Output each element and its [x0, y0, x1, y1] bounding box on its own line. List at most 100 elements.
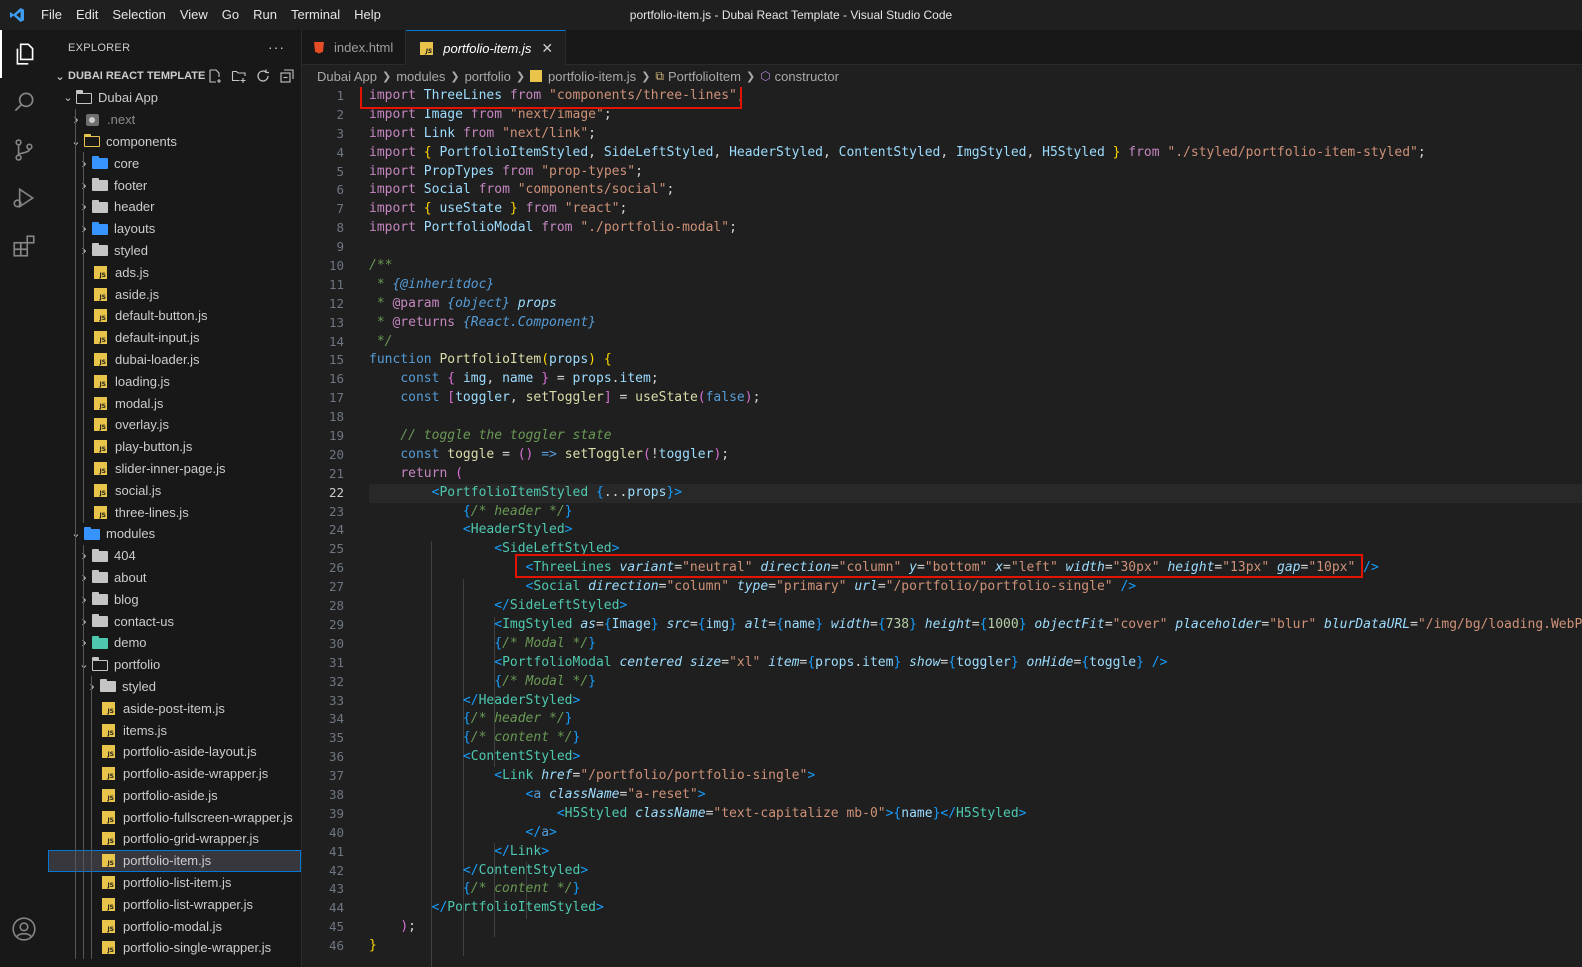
code-area[interactable]: import ThreeLines from "components/three… [369, 87, 1582, 967]
extensions-icon[interactable] [0, 222, 48, 270]
tab-index-html[interactable]: index.html [302, 30, 407, 65]
breadcrumb-item[interactable]: portfolio-item.js [548, 69, 636, 84]
code-line[interactable]: import PropTypes from "prop-types"; [369, 163, 1582, 182]
tree-file-dubai-loader-js[interactable]: JS dubai-loader.js [48, 348, 301, 371]
new-folder-icon[interactable] [231, 68, 247, 84]
refresh-icon[interactable] [255, 68, 271, 84]
tree-file-portfolio-fullscreen-wrapper-js[interactable]: JS portfolio-fullscreen-wrapper.js [48, 806, 301, 829]
menu-help[interactable]: Help [347, 0, 388, 30]
tree-file-three-lines-js[interactable]: JS three-lines.js [48, 501, 301, 523]
close-icon[interactable]: ✕ [541, 40, 553, 57]
code-line[interactable]: import Social from "components/social"; [369, 181, 1582, 200]
tree-folder-404[interactable]: › 404 [48, 544, 301, 567]
tree-folder-styled[interactable]: › styled [48, 239, 301, 262]
run-debug-icon[interactable] [0, 174, 48, 222]
tree-folder-styled[interactable]: › styled [48, 675, 301, 698]
code-line[interactable] [369, 408, 1582, 427]
code-line[interactable]: * @returns {React.Component} [369, 314, 1582, 333]
tree-file-default-button-js[interactable]: JS default-button.js [48, 304, 301, 327]
code-line[interactable]: {/* content */} [369, 880, 1582, 899]
tree-file-slider-inner-page-js[interactable]: JS slider-inner-page.js [48, 457, 301, 480]
tab-portfolio-item-js[interactable]: JS portfolio-item.js ✕ [406, 30, 567, 65]
tree-file-default-input-js[interactable]: JS default-input.js [48, 326, 301, 349]
tree-file-items-js[interactable]: JS items.js [48, 719, 301, 741]
tree-file-ads-js[interactable]: JS ads.js [48, 261, 301, 284]
account-icon[interactable] [0, 905, 48, 953]
code-line[interactable]: <ContentStyled> [369, 748, 1582, 767]
code-line[interactable]: <SideLeftStyled> [369, 540, 1582, 559]
code-line[interactable]: <ThreeLines variant="neutral" direction=… [369, 559, 1582, 578]
tree-folder-demo[interactable]: › demo [48, 631, 301, 654]
breadcrumb-item[interactable]: modules [396, 69, 445, 84]
tree-file-social-js[interactable]: JS social.js [48, 479, 301, 502]
tree-file-portfolio-aside-js[interactable]: JS portfolio-aside.js [48, 784, 301, 807]
tree-file-portfolio-modal-js[interactable]: JS portfolio-modal.js [48, 915, 301, 938]
code-line[interactable]: {/* header */} [369, 503, 1582, 522]
code-line[interactable]: <Link href="/portfolio/portfolio-single"… [369, 767, 1582, 786]
tree-folder-modules[interactable]: ⌄ modules [48, 522, 301, 545]
new-file-icon[interactable] [207, 68, 223, 84]
tree-file-modal-js[interactable]: JS modal.js [48, 392, 301, 414]
code-line[interactable]: } [369, 937, 1582, 956]
code-line[interactable]: import ThreeLines from "components/three… [369, 87, 1582, 106]
tree-folder-blog[interactable]: › blog [48, 588, 301, 611]
tree-file-portfolio-grid-wrapper-js[interactable]: JS portfolio-grid-wrapper.js [48, 828, 301, 850]
breadcrumb-item[interactable]: constructor [775, 69, 839, 84]
code-line[interactable]: <ImgStyled as={Image} src={img} alt={nam… [369, 616, 1582, 635]
code-line[interactable]: </HeaderStyled> [369, 692, 1582, 711]
tree-file-portfolio-item-js[interactable]: JS portfolio-item.js [48, 849, 301, 872]
code-line[interactable]: */ [369, 333, 1582, 352]
tree-file-aside-post-item-js[interactable]: JS aside-post-item.js [48, 697, 301, 720]
code-line[interactable]: {/* content */} [369, 729, 1582, 748]
code-line[interactable]: import Link from "next/link"; [369, 125, 1582, 144]
code-line[interactable]: <H5Styled className="text-capitalize mb-… [369, 805, 1582, 824]
code-line[interactable]: return ( [369, 465, 1582, 484]
tree-file-portfolio-aside-wrapper-js[interactable]: JS portfolio-aside-wrapper.js [48, 762, 301, 785]
tree-file-portfolio-aside-layout-js[interactable]: JS portfolio-aside-layout.js [48, 740, 301, 763]
code-line[interactable]: </a> [369, 824, 1582, 843]
code-line[interactable]: const [toggler, setToggler] = useState(f… [369, 389, 1582, 408]
tree-folder-core[interactable]: › core [48, 152, 301, 175]
tree-file-play-button-js[interactable]: JS play-button.js [48, 435, 301, 458]
tree-file-aside-js[interactable]: JS aside.js [48, 283, 301, 305]
menu-terminal[interactable]: Terminal [284, 0, 347, 30]
source-control-icon[interactable] [0, 126, 48, 174]
code-line[interactable]: </ContentStyled> [369, 862, 1582, 881]
menu-edit[interactable]: Edit [69, 0, 105, 30]
code-line[interactable]: <PortfolioItemStyled {...props}> [369, 483, 1582, 503]
code-line[interactable]: import { PortfolioItemStyled, SideLeftSt… [369, 144, 1582, 163]
breadcrumb-item[interactable]: portfolio [465, 69, 511, 84]
code-line[interactable]: ); [369, 918, 1582, 937]
code-line[interactable]: /** [369, 257, 1582, 276]
code-line[interactable]: <Social direction="column" type="primary… [369, 578, 1582, 597]
collapse-all-icon[interactable] [279, 68, 295, 84]
code-line[interactable]: import { useState } from "react"; [369, 200, 1582, 219]
explorer-icon[interactable] [0, 30, 48, 78]
tree-folder-header[interactable]: › header [48, 195, 301, 218]
code-line[interactable] [369, 238, 1582, 257]
workspace-header[interactable]: ⌄ DUBAI REACT TEMPLATE [48, 65, 301, 87]
code-line[interactable]: function PortfolioItem(props) { [369, 351, 1582, 370]
code-line[interactable]: <a className="a-reset"> [369, 786, 1582, 805]
search-icon[interactable] [0, 78, 48, 126]
more-actions-icon[interactable]: ··· [268, 39, 285, 55]
menu-view[interactable]: View [173, 0, 215, 30]
menu-go[interactable]: Go [215, 0, 246, 30]
code-line[interactable]: const toggle = () => setToggler(!toggler… [369, 446, 1582, 465]
tree-folder-about[interactable]: › about [48, 566, 301, 589]
menu-file[interactable]: File [34, 0, 69, 30]
tree-folder-contact-us[interactable]: › contact-us [48, 610, 301, 632]
tree-file-portfolio-single-wrapper-js[interactable]: JS portfolio-single-wrapper.js [48, 937, 301, 959]
breadcrumb-item[interactable]: PortfolioItem [668, 69, 741, 84]
code-line[interactable]: import PortfolioModal from "./portfolio-… [369, 219, 1582, 238]
code-line[interactable]: * @param {object} props [369, 295, 1582, 314]
tree-folder-layouts[interactable]: › layouts [48, 217, 301, 240]
tree-folder--next[interactable]: › .next [48, 108, 301, 131]
tree-folder-portfolio[interactable]: ⌄ portfolio [48, 653, 301, 676]
menu-selection[interactable]: Selection [105, 0, 172, 30]
code-line[interactable]: <HeaderStyled> [369, 521, 1582, 540]
tree-file-loading-js[interactable]: JS loading.js [48, 370, 301, 393]
code-line[interactable]: // toggle the toggler state [369, 427, 1582, 446]
code-line[interactable]: const { img, name } = props.item; [369, 370, 1582, 389]
tree-folder-components[interactable]: ⌄ components [48, 130, 301, 153]
